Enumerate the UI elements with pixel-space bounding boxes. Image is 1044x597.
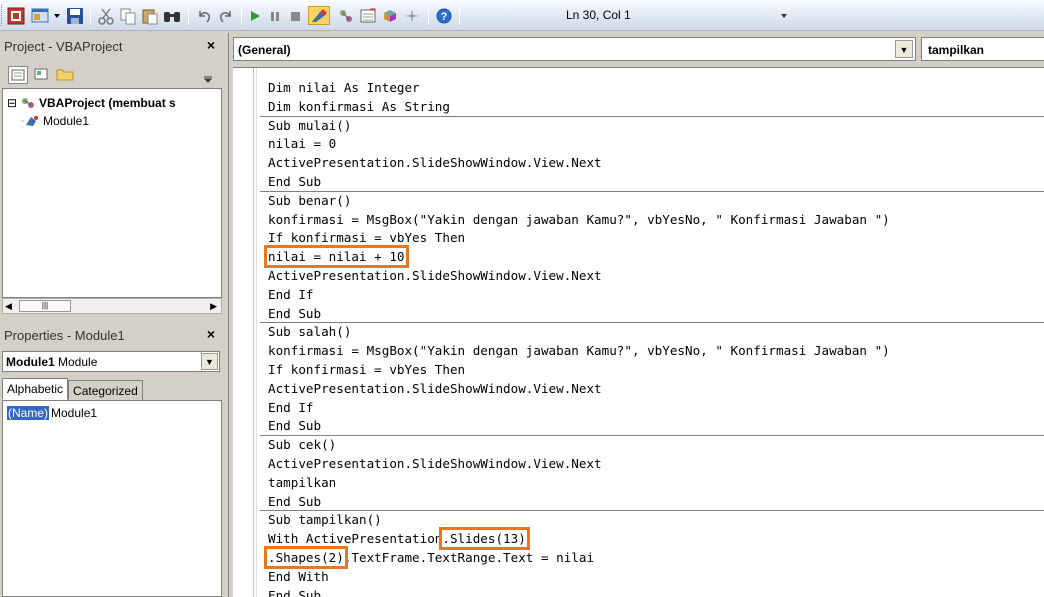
procedure-separator	[260, 190, 1044, 192]
highlight-box	[264, 546, 348, 569]
code-line[interactable]: nilai = 0	[268, 135, 336, 153]
code-line[interactable]: Sub salah()	[268, 323, 351, 341]
properties-grid: (Name) Module1	[2, 400, 222, 597]
code-line[interactable]: Dim nilai As Integer	[268, 79, 420, 97]
highlight-box	[264, 245, 409, 268]
view-code-icon[interactable]	[8, 66, 28, 84]
undo-icon[interactable]	[194, 6, 214, 25]
tree-node-label: VBAProject (membuat s	[39, 96, 176, 110]
tab-categorized[interactable]: Categorized	[68, 380, 143, 400]
code-line[interactable]: End Sub	[268, 305, 321, 323]
properties-tabs: Alphabetic Categorized	[2, 378, 143, 400]
object-browser-icon[interactable]	[380, 6, 400, 25]
vba-project-icon	[19, 95, 39, 111]
insert-dropdown-icon[interactable]	[52, 6, 62, 25]
code-line[interactable]: End Sub	[268, 587, 321, 597]
cursor-position-status: Ln 30, Col 1	[566, 8, 631, 22]
code-line[interactable]: End Sub	[268, 417, 321, 435]
break-icon[interactable]	[266, 6, 284, 25]
code-line[interactable]: End If	[268, 399, 314, 417]
tree-node-module1[interactable]: Module1	[21, 113, 89, 129]
toolbar-grip[interactable]	[1, 5, 4, 26]
standard-toolbar: ? Ln 30, Col 1	[0, 0, 1044, 31]
object-combo[interactable]: (General) ▼	[233, 37, 916, 61]
pane-toolbar-dropdown-icon[interactable]	[203, 72, 214, 83]
procedure-separator	[260, 115, 1044, 117]
code-line[interactable]: Sub cek()	[268, 436, 336, 454]
procedure-separator	[260, 435, 1044, 437]
code-line[interactable]: ActivePresentation.SlideShowWindow.View.…	[268, 380, 602, 398]
code-line[interactable]: End Sub	[268, 493, 321, 511]
procedure-separator	[260, 322, 1044, 324]
tab-alphabetic[interactable]: Alphabetic	[2, 378, 69, 400]
project-explorer-icon[interactable]	[336, 6, 356, 25]
save-icon[interactable]	[65, 6, 85, 25]
object-type: Module	[58, 355, 98, 369]
view-powerpoint-icon[interactable]	[6, 6, 26, 25]
module-icon	[21, 113, 43, 129]
code-line[interactable]: Sub mulai()	[268, 117, 351, 135]
find-icon[interactable]	[162, 6, 182, 25]
code-window: (General) ▼ tampilkan Dim nilai As Integ…	[228, 33, 1044, 597]
scroll-thumb[interactable]: |||	[19, 300, 71, 312]
project-tree-hscrollbar[interactable]: ◀ ||| ▶	[2, 298, 222, 314]
code-line[interactable]: ActivePresentation.SlideShowWindow.View.…	[268, 154, 602, 172]
code-line[interactable]: ActivePresentation.SlideShowWindow.View.…	[268, 455, 602, 473]
code-line[interactable]: Dim konfirmasi As String	[268, 98, 450, 116]
code-line[interactable]: tampilkan	[268, 474, 336, 492]
property-key: (Name)	[7, 406, 50, 420]
help-icon[interactable]: ?	[434, 6, 454, 25]
reset-icon[interactable]	[286, 6, 304, 25]
chevron-down-icon[interactable]: ▼	[895, 40, 913, 58]
code-line[interactable]: End If	[268, 286, 314, 304]
code-margin[interactable]	[233, 68, 254, 597]
code-line[interactable]: End With	[268, 568, 329, 586]
project-pane-title-text: Project - VBAProject	[4, 39, 123, 54]
code-line[interactable]: konfirmasi = MsgBox("Yakin dengan jawaba…	[268, 211, 890, 229]
insert-module-icon[interactable]	[30, 6, 50, 25]
code-line[interactable]: ActivePresentation.SlideShowWindow.View.…	[268, 267, 602, 285]
svg-text:?: ?	[441, 11, 448, 23]
design-mode-icon[interactable]	[308, 6, 330, 25]
code-line[interactable]: Sub benar()	[268, 192, 351, 210]
properties-pane-title: Properties - Module1 ×	[0, 325, 222, 347]
properties-window-icon[interactable]	[358, 6, 378, 25]
code-line[interactable]: Sub tampilkan()	[268, 511, 382, 529]
object-name: Module1	[6, 355, 55, 369]
tree-node-vbaproject[interactable]: ⊟ VBAProject (membuat s	[7, 95, 176, 111]
scroll-right-icon[interactable]: ▶	[210, 301, 217, 312]
tree-node-label: Module1	[43, 114, 90, 128]
scroll-left-icon[interactable]: ◀	[5, 301, 12, 312]
procedure-combo-value: tampilkan	[928, 43, 985, 57]
chevron-down-icon[interactable]: ▼	[201, 353, 218, 370]
properties-object-select[interactable]: Module1 Module ▼	[2, 351, 220, 372]
code-line[interactable]: If konfirmasi = vbYes Then	[268, 361, 465, 379]
toolbox-icon[interactable]	[402, 6, 422, 25]
view-object-icon[interactable]	[32, 66, 52, 84]
property-row[interactable]: (Name) Module1	[7, 405, 97, 421]
properties-pane-title-text: Properties - Module1	[4, 328, 125, 343]
redo-icon[interactable]	[216, 6, 236, 25]
object-combo-value: (General)	[238, 43, 291, 57]
property-value[interactable]: Module1	[49, 406, 97, 420]
code-editor[interactable]: Dim nilai As Integer Dim konfirmasi As St…	[233, 67, 1044, 597]
project-pane-title: Project - VBAProject ×	[0, 36, 222, 58]
code-line[interactable]: konfirmasi = MsgBox("Yakin dengan jawaba…	[268, 342, 890, 360]
toggle-folders-icon[interactable]	[56, 66, 76, 84]
collapse-toggle-icon[interactable]: ⊟	[7, 96, 19, 110]
code-line[interactable]: End Sub	[268, 173, 321, 191]
copy-icon[interactable]	[118, 6, 138, 25]
cut-icon[interactable]	[96, 6, 116, 25]
run-icon[interactable]	[246, 6, 264, 25]
project-tree: ⊟ VBAProject (membuat s Module1	[2, 88, 222, 298]
paste-icon[interactable]	[140, 6, 160, 25]
highlight-box	[438, 527, 531, 550]
procedure-combo[interactable]: tampilkan	[921, 37, 1044, 61]
properties-pane-close-button[interactable]: ×	[204, 327, 218, 341]
project-pane-close-button[interactable]: ×	[204, 38, 218, 52]
project-pane-toolbar	[0, 62, 222, 88]
toolbar-options-icon[interactable]	[778, 6, 790, 25]
procedure-separator	[260, 510, 1044, 512]
